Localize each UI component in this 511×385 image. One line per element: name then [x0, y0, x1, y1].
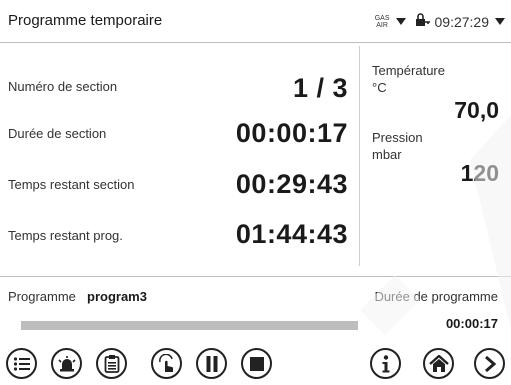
- pressure-unit: mbar: [372, 147, 402, 162]
- stop-icon[interactable]: [241, 348, 272, 379]
- section-number-value: 1 / 3: [292, 73, 348, 103]
- program-duration-label: Durée de programme: [374, 289, 498, 304]
- time-dropdown-icon[interactable]: [495, 18, 505, 25]
- next-arrow-icon[interactable]: [474, 348, 505, 379]
- header-bar: Programme temporaire GAS AIR 09:27:29: [0, 0, 511, 43]
- status-area: GAS AIR 09:27:29: [375, 13, 505, 30]
- home-icon[interactable]: [423, 348, 454, 379]
- info-icon[interactable]: [370, 348, 401, 379]
- section-remaining-label: Temps restant section: [8, 177, 135, 192]
- program-label: Programme: [8, 289, 76, 304]
- pressure-value: 120: [460, 160, 499, 186]
- pressure-label: Pression: [372, 130, 423, 145]
- vertical-divider: [359, 46, 360, 266]
- manual-touch-icon[interactable]: [151, 348, 182, 379]
- temperature-value: 70,0: [454, 97, 499, 123]
- program-remaining-label: Temps restant prog.: [8, 228, 123, 243]
- temperature-label: Température: [372, 63, 445, 78]
- program-name: program3: [87, 289, 147, 304]
- alarm-bell-icon[interactable]: [51, 348, 82, 379]
- controller-screen: Programme temporaire GAS AIR 09:27:29 Nu…: [0, 0, 511, 385]
- clock-time: 09:27:29: [434, 13, 490, 30]
- lock-key-icon[interactable]: [415, 13, 431, 30]
- section-remaining-value: 00:29:43: [235, 169, 348, 199]
- horizontal-divider: [0, 276, 511, 277]
- program-remaining-value: 01:44:43: [235, 219, 348, 249]
- clipboard-icon[interactable]: [96, 348, 127, 379]
- section-number-label: Numéro de section: [8, 79, 118, 94]
- program-progress-bar: [21, 321, 358, 330]
- temperature-unit: °C: [372, 80, 387, 95]
- pause-icon[interactable]: [196, 348, 227, 379]
- program-duration-value: 00:00:17: [445, 316, 498, 331]
- gas-air-indicator: GAS AIR: [374, 14, 390, 29]
- section-duration-value: 00:00:17: [235, 118, 348, 148]
- menu-list-icon[interactable]: [6, 348, 37, 379]
- gas-dropdown-icon[interactable]: [395, 18, 406, 25]
- page-title: Programme temporaire: [8, 12, 163, 29]
- section-duration-label: Durée de section: [8, 126, 107, 141]
- program-progress-fill: [21, 321, 358, 330]
